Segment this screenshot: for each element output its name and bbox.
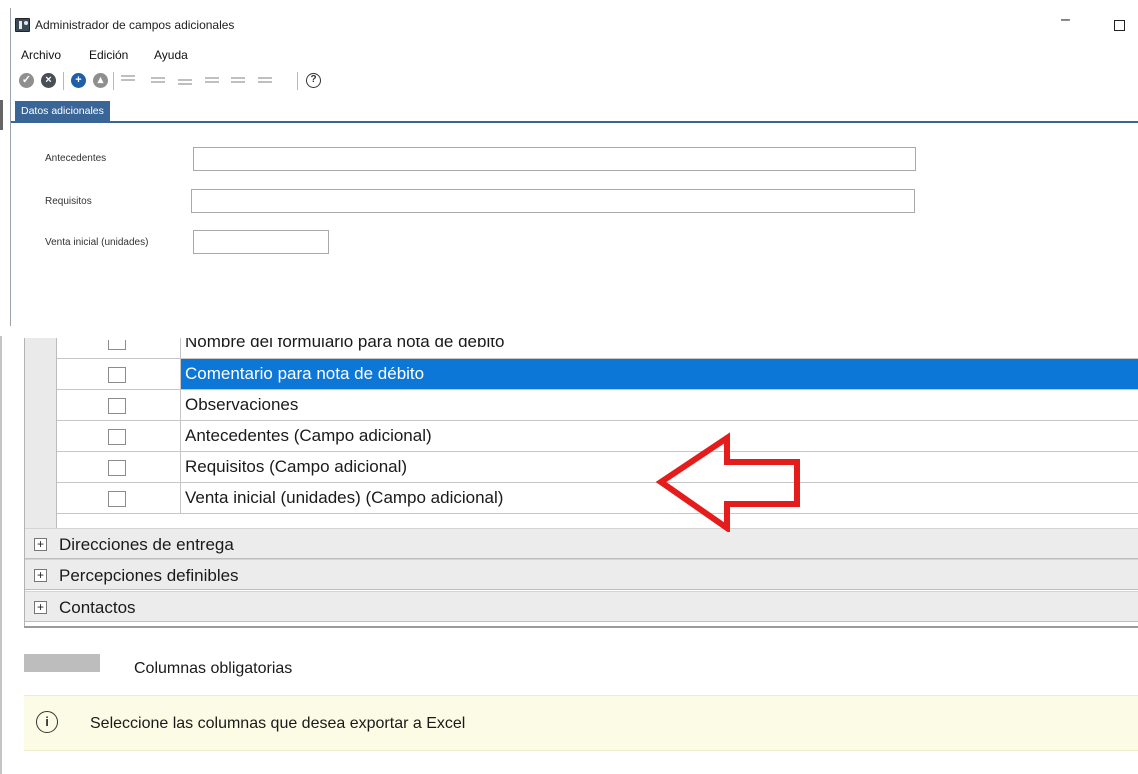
expand-icon[interactable]: + <box>34 538 47 551</box>
tab-datos-adicionales[interactable]: Datos adicionales <box>15 101 110 121</box>
align-center-icon[interactable] <box>231 77 245 87</box>
align-right-icon[interactable] <box>258 77 272 87</box>
row-checkbox[interactable] <box>108 491 126 507</box>
toolbar-separator <box>113 72 114 90</box>
up-icon[interactable]: ▴ <box>93 73 108 88</box>
antecedentes-field[interactable] <box>193 147 916 171</box>
align-middle-icon[interactable] <box>151 77 165 87</box>
row-label: Nombre del formulario para nota de débit… <box>185 338 505 351</box>
window-edge-marker <box>0 100 3 130</box>
align-bottom-icon[interactable] <box>178 79 192 89</box>
tab-strip-divider <box>11 121 1138 123</box>
menu-edicion[interactable]: Edición <box>89 48 128 62</box>
group-direcciones-entrega[interactable]: + Direcciones de entrega <box>25 528 1138 559</box>
align-left-icon[interactable] <box>205 77 219 87</box>
row-label: Comentario para nota de débito <box>181 359 1138 389</box>
close-icon[interactable]: × <box>41 73 56 88</box>
maximize-button[interactable] <box>1114 20 1125 31</box>
expand-icon[interactable]: + <box>34 569 47 582</box>
row-checkbox[interactable] <box>108 429 126 445</box>
info-message: Seleccione las columnas que desea export… <box>90 715 466 732</box>
tree-indent <box>25 338 57 530</box>
requisitos-label: Requisitos <box>45 196 92 207</box>
help-icon[interactable]: ? <box>306 73 321 88</box>
venta-inicial-field[interactable] <box>193 230 329 254</box>
menu-ayuda[interactable]: Ayuda <box>154 48 188 62</box>
requisitos-field[interactable] <box>191 189 915 213</box>
row-checkbox[interactable] <box>108 340 126 350</box>
table-row[interactable]: Venta inicial (unidades) (Campo adiciona… <box>57 483 1138 514</box>
panel-left-edge <box>0 336 2 774</box>
window-title: Administrador de campos adicionales <box>35 18 235 32</box>
columns-tree: Nombre del formulario para nota de débit… <box>24 338 1138 628</box>
mandatory-columns-swatch <box>24 654 100 672</box>
group-label: Direcciones de entrega <box>59 535 234 554</box>
toolbar-separator <box>63 72 64 90</box>
arrow-shape <box>655 432 800 532</box>
info-bar: i Seleccione las columnas que desea expo… <box>24 695 1138 751</box>
table-row[interactable]: Nombre del formulario para nota de débit… <box>57 338 1138 359</box>
app-icon <box>15 18 30 32</box>
table-row[interactable]: Antecedentes (Campo adicional) <box>57 421 1138 452</box>
group-label: Contactos <box>59 598 136 617</box>
menu-archivo[interactable]: Archivo <box>21 48 61 62</box>
align-top-icon[interactable] <box>121 75 135 85</box>
expand-icon[interactable]: + <box>34 601 47 614</box>
table-row[interactable]: Observaciones <box>57 390 1138 421</box>
red-arrow-annotation <box>655 432 800 532</box>
row-checkbox[interactable] <box>108 398 126 414</box>
row-label: Observaciones <box>185 395 299 414</box>
add-icon[interactable]: + <box>71 73 86 88</box>
tree-bottom-border <box>24 626 1138 628</box>
mandatory-columns-label: Columnas obligatorias <box>134 660 293 677</box>
menu-bar: Archivo Edición Ayuda <box>11 48 1138 66</box>
row-checkbox[interactable] <box>108 460 126 476</box>
title-bar: Administrador de campos adicionales – <box>11 8 1138 42</box>
group-label: Percepciones definibles <box>59 566 239 585</box>
antecedentes-label: Antecedentes <box>45 153 107 164</box>
campos-adicionales-window: Administrador de campos adicionales – Ar… <box>10 8 1138 326</box>
table-row[interactable]: Requisitos (Campo adicional) <box>57 452 1138 483</box>
info-icon: i <box>36 711 58 733</box>
group-contactos[interactable]: + Contactos <box>25 591 1138 622</box>
group-percepciones-definibles[interactable]: + Percepciones definibles <box>25 559 1138 590</box>
row-checkbox[interactable] <box>108 367 126 383</box>
toolbar: ✓ × + ▴ ? <box>11 70 1138 92</box>
minimize-button[interactable]: – <box>1061 12 1070 28</box>
toolbar-separator <box>297 72 298 90</box>
table-row[interactable]: Comentario para nota de débito <box>57 359 1138 390</box>
venta-inicial-label: Venta inicial (unidades) <box>45 237 149 248</box>
check-icon[interactable]: ✓ <box>19 73 34 88</box>
